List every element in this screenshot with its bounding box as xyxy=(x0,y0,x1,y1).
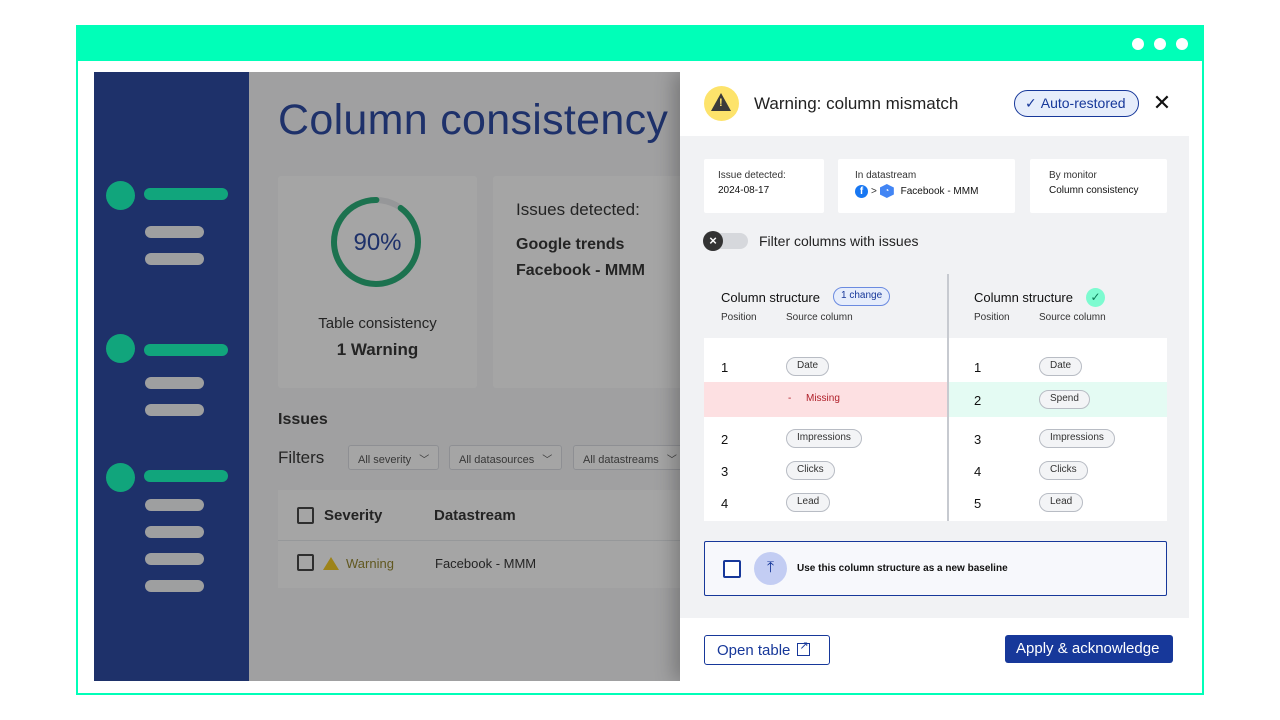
status-badge-label: Auto-restored xyxy=(1040,95,1126,111)
right-row-column: Clicks xyxy=(1039,461,1088,480)
window-dot-icon[interactable] xyxy=(1132,38,1144,50)
right-position-header: Position xyxy=(974,312,1010,323)
drawer-footer: Open table Apply & acknowledge xyxy=(680,618,1189,681)
window-dot-icon[interactable] xyxy=(1154,38,1166,50)
right-row-position: 3 xyxy=(974,432,982,447)
issue-detected-label: Issue detected: xyxy=(718,170,786,181)
baseline-checkbox[interactable] xyxy=(723,560,741,578)
window-dot-icon[interactable] xyxy=(1176,38,1188,50)
right-row-column: Lead xyxy=(1039,493,1084,512)
right-row-column: Spend xyxy=(1039,390,1090,409)
external-link-icon xyxy=(797,639,811,656)
close-button[interactable]: ✕ xyxy=(1150,90,1174,116)
left-row-column: Impressions xyxy=(786,429,862,448)
drawer-header: ! Warning: column mismatch ✓ Auto-restore… xyxy=(680,72,1189,136)
open-table-button[interactable]: Open table xyxy=(704,635,830,665)
datastream-name: Facebook - MMM xyxy=(900,185,979,197)
datastream-breadcrumb[interactable]: f > ◔ Facebook - MMM xyxy=(855,184,978,198)
left-row-position: 1 xyxy=(721,360,729,375)
baseline-option[interactable]: ⤒ Use this column structure as a new bas… xyxy=(704,541,1167,596)
left-row-position: 2 xyxy=(721,432,729,447)
monitor-label: By monitor xyxy=(1049,170,1097,181)
drawer-title: Warning: column mismatch xyxy=(754,94,959,113)
issue-detected-date: 2024-08-17 xyxy=(718,185,770,196)
left-row-column: Lead xyxy=(786,493,831,512)
right-row-column: Date xyxy=(1039,357,1083,376)
right-row-position: 1 xyxy=(974,360,982,375)
change-count-badge: 1 change xyxy=(833,287,891,306)
datastream-label: In datastream xyxy=(855,170,917,181)
window-dots xyxy=(1132,38,1188,50)
monitor-name: Column consistency xyxy=(1049,185,1139,196)
app-window: Column consistency r 90% Table consisten… xyxy=(94,72,1189,681)
baseline-label: Use this column structure as a new basel… xyxy=(797,563,1008,574)
datastream-box: In datastream f > ◔ Facebook - MMM xyxy=(838,159,1015,213)
missing-column-label: Missing xyxy=(806,393,840,404)
open-table-label: Open table xyxy=(717,642,791,659)
left-row-position: 3 xyxy=(721,464,729,479)
right-row-position: 2 xyxy=(974,393,982,408)
column-divider xyxy=(947,274,949,521)
left-column-title: Column structure xyxy=(721,290,820,305)
monitor-box: By monitor Column consistency xyxy=(1030,159,1167,213)
filter-issues-label: Filter columns with issues xyxy=(759,233,919,249)
right-row-column: Impressions xyxy=(1039,429,1115,448)
apply-acknowledge-button[interactable]: Apply & acknowledge xyxy=(1005,635,1173,663)
left-position-header: Position xyxy=(721,312,757,323)
left-row-column: Date xyxy=(786,357,830,376)
issue-drawer: ! Warning: column mismatch ✓ Auto-restore… xyxy=(680,72,1189,681)
toggle-x-icon: × xyxy=(703,231,723,251)
check-icon: ✓ xyxy=(1086,288,1105,307)
status-badge: ✓ Auto-restored xyxy=(1014,90,1139,117)
google-analytics-icon: ◔ xyxy=(879,184,894,198)
facebook-icon: f xyxy=(855,184,868,198)
left-source-header: Source column xyxy=(786,312,853,323)
right-row-position: 5 xyxy=(974,496,982,511)
issue-detected-box: Issue detected: 2024-08-17 xyxy=(704,159,824,213)
check-icon: ✓ xyxy=(1025,95,1037,111)
comparison-header: Column structure 1 change Position Sourc… xyxy=(704,274,1167,338)
chevron-right-icon: > xyxy=(871,185,877,197)
left-row-column: Clicks xyxy=(786,461,835,480)
missing-dash: - xyxy=(788,393,792,404)
left-row-position: 4 xyxy=(721,496,729,511)
filter-issues-toggle[interactable]: × xyxy=(703,231,748,251)
column-comparison: Column structure 1 change Position Sourc… xyxy=(704,274,1167,521)
right-column-title: Column structure xyxy=(974,290,1073,305)
warning-icon: ! xyxy=(704,86,739,121)
frame-top-bar xyxy=(78,27,1202,61)
upload-icon: ⤒ xyxy=(754,552,787,585)
right-row-position: 4 xyxy=(974,464,982,479)
right-source-header: Source column xyxy=(1039,312,1106,323)
